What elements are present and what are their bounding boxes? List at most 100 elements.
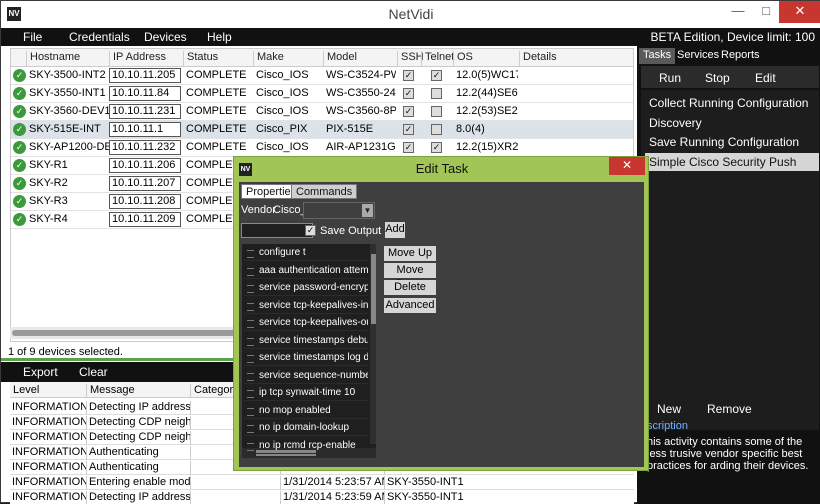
status-cell: COMPLETE xyxy=(186,69,247,81)
model-cell: WS-C3524-PWR-XL xyxy=(326,69,396,81)
log-category xyxy=(190,476,280,490)
ip-address-field[interactable]: 10.10.11.84 xyxy=(109,86,181,101)
advanced-button[interactable]: Advanced xyxy=(384,298,436,313)
move-down-button[interactable]: Move Down xyxy=(384,263,436,290)
scroll-thumb[interactable] xyxy=(12,330,242,336)
command-item[interactable]: service tcp-keepalives-out xyxy=(244,315,368,331)
command-item[interactable]: configure t xyxy=(244,245,368,261)
command-item[interactable]: service password-encryption xyxy=(244,280,368,296)
col-telnet[interactable]: Telnet xyxy=(421,51,454,67)
menu-file[interactable]: File xyxy=(23,30,42,44)
ssh-checkbox[interactable]: ✓ xyxy=(403,88,414,99)
col-make[interactable]: Make xyxy=(253,51,323,67)
description-label: scription xyxy=(647,420,688,432)
task-item[interactable]: Collect Running Configuration xyxy=(645,94,819,112)
task-item[interactable]: Simple Cisco Security Push xyxy=(645,152,819,171)
close-button[interactable]: ✕ xyxy=(779,1,820,23)
edit-button[interactable]: Edit xyxy=(755,71,776,85)
maximize-button[interactable]: □ xyxy=(752,1,780,23)
command-item[interactable]: no ip domain-lookup xyxy=(244,420,368,436)
ip-address-field[interactable]: 10.10.11.206 xyxy=(109,158,181,173)
command-item[interactable]: ip tcp synwait-time 10 xyxy=(244,385,368,401)
ip-address-field[interactable]: 10.10.11.231 xyxy=(109,104,181,119)
hostname-cell: SKY-3500-INT2 xyxy=(29,69,106,81)
new-task-button[interactable]: New xyxy=(657,402,681,416)
remove-task-button[interactable]: Remove xyxy=(707,402,752,416)
log-message: Authenticating xyxy=(86,461,190,475)
command-item[interactable]: service sequence-numbers xyxy=(244,368,368,384)
telnet-checkbox[interactable]: ✓ xyxy=(431,142,442,153)
tab-reports[interactable]: Reports xyxy=(717,48,764,64)
col-os[interactable]: OS xyxy=(453,51,521,67)
telnet-checkbox[interactable] xyxy=(431,124,442,135)
ip-address-field[interactable]: 10.10.11.209 xyxy=(109,212,181,227)
command-item[interactable]: service tcp-keepalives-in xyxy=(244,298,368,314)
chevron-down-icon[interactable]: ▼ xyxy=(362,204,373,217)
make-cell: Cisco_IOS xyxy=(256,87,309,99)
dialog-close-button[interactable]: ✕ xyxy=(609,157,645,175)
col-model[interactable]: Model xyxy=(323,51,397,67)
col-level[interactable]: Level xyxy=(10,384,86,398)
move-up-button[interactable]: Move Up xyxy=(384,246,436,261)
menu-devices[interactable]: Devices xyxy=(144,30,187,44)
ssh-checkbox[interactable]: ✓ xyxy=(403,142,414,153)
command-item[interactable]: aaa authentication attempts xyxy=(244,263,368,279)
status-cell: COMPLETE xyxy=(186,87,247,99)
os-cell: 8.0(4) xyxy=(456,123,485,135)
status-ok-icon: ✓ xyxy=(13,141,26,154)
table-row[interactable]: ✓SKY-AP1200-DEV110.10.11.232COMPLETECisc… xyxy=(11,139,633,157)
command-list-scrollbar[interactable] xyxy=(370,244,376,444)
tab-commands[interactable]: Commands xyxy=(291,184,358,199)
command-item[interactable]: service timestamps log date xyxy=(244,350,368,366)
ip-address-field[interactable]: 10.10.11.205 xyxy=(109,68,181,83)
menu-help[interactable]: Help xyxy=(207,30,232,44)
ip-address-field[interactable]: 10.10.11.1 xyxy=(109,122,181,137)
ip-address-field[interactable]: 10.10.11.207 xyxy=(109,176,181,191)
col-details[interactable]: Details xyxy=(519,51,633,67)
export-button[interactable]: Export xyxy=(23,365,58,379)
save-output-checkbox[interactable]: ✓ xyxy=(305,225,316,236)
col-message[interactable]: Message xyxy=(86,384,190,398)
command-item[interactable]: no ip rcmd rcp-enable xyxy=(244,438,368,454)
col-status[interactable]: Status xyxy=(183,51,253,67)
clear-button[interactable]: Clear xyxy=(79,365,108,379)
col-ip[interactable]: IP Address xyxy=(109,51,183,67)
grid-header: Hostname IP Address Status Make Model SS… xyxy=(11,49,633,67)
os-cell: 12.0(5)WC17 xyxy=(456,69,518,81)
log-level: INFORMATIONAL xyxy=(12,431,86,443)
col-hostname[interactable]: Hostname xyxy=(26,51,110,67)
scroll-thumb[interactable] xyxy=(371,254,376,324)
task-item[interactable]: Save Running Configuration xyxy=(645,133,819,151)
ssh-checkbox[interactable]: ✓ xyxy=(403,106,414,117)
command-input[interactable] xyxy=(241,223,313,238)
run-button[interactable]: Run xyxy=(659,71,681,85)
telnet-checkbox[interactable]: ✓ xyxy=(431,70,442,81)
minimize-button[interactable]: — xyxy=(724,1,752,23)
telnet-checkbox[interactable] xyxy=(431,106,442,117)
table-row[interactable]: ✓ SKY-3560-DEV1 10.10.11.231 COMPLETE Cisco_… xyxy=(11,103,633,121)
add-command-button[interactable]: Add xyxy=(385,222,405,238)
dialog-title-bar: NV Edit Task ✕ xyxy=(234,157,650,182)
ssh-checkbox[interactable]: ✓ xyxy=(403,70,414,81)
ip-address-field[interactable]: 10.10.11.208 xyxy=(109,194,181,209)
ip-address-field[interactable]: 10.10.11.232 xyxy=(109,140,181,155)
col-ssh[interactable]: SSH xyxy=(397,51,424,67)
table-row[interactable]: ✓ SKY-515E-INT 10.10.11.1 COMPLETE Cisco_PIX… xyxy=(11,121,633,139)
menu-credentials[interactable]: Credentials xyxy=(69,30,130,44)
hostname-cell: SKY-3560-DEV1 xyxy=(29,105,109,117)
log-category xyxy=(190,491,280,504)
telnet-checkbox[interactable] xyxy=(431,88,442,99)
ssh-checkbox[interactable]: ✓ xyxy=(403,124,414,135)
table-row[interactable]: ✓ SKY-3500-INT2 10.10.11.205 COMPLETE Cisco_… xyxy=(11,67,633,85)
table-row[interactable]: ✓ SKY-3550-INT1 10.10.11.84 COMPLETE Cisco_I… xyxy=(11,85,633,103)
tab-tasks[interactable]: Tasks xyxy=(639,48,676,64)
log-time: 1/31/2014 5:23:57 AM xyxy=(280,476,384,490)
stop-button[interactable]: Stop xyxy=(705,71,730,85)
command-item[interactable]: no mop enabled xyxy=(244,403,368,419)
command-item[interactable]: service timestamps debug date xyxy=(244,333,368,349)
delete-command-button[interactable]: Delete xyxy=(384,280,436,295)
task-item[interactable]: Discovery xyxy=(645,114,819,132)
vendor-select[interactable]: ▼ xyxy=(303,202,375,219)
tab-services[interactable]: Services xyxy=(673,48,723,64)
status-cell: COMPLETE xyxy=(186,141,247,153)
